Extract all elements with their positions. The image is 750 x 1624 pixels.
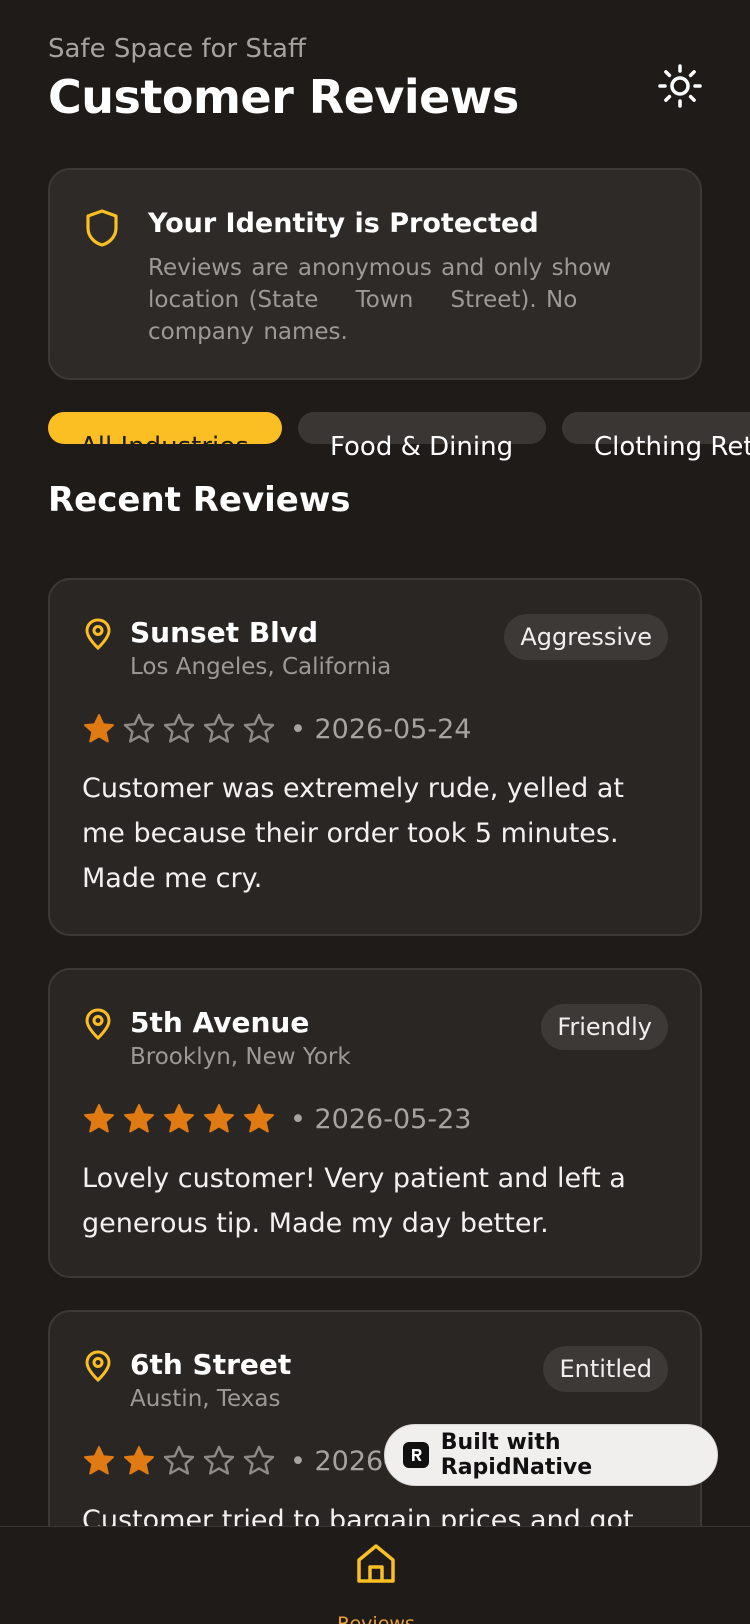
section-title: Recent Reviews [48, 480, 351, 520]
chip-food-dining[interactable]: Food & Dining [298, 412, 546, 462]
chip-all-industries[interactable]: All Industries [48, 412, 282, 444]
review-tag: Friendly [541, 1004, 668, 1050]
star-filled-icon [124, 1104, 154, 1133]
star-empty-icon [203, 1445, 235, 1475]
theme-toggle-button[interactable] [652, 58, 708, 114]
tab-label: Reviews [337, 1613, 415, 1624]
star-empty-icon [243, 1445, 275, 1475]
review-street: Sunset Blvd [130, 616, 319, 649]
star-filled-icon [164, 1104, 194, 1133]
review-text: Customer was extremely rude, yelled at m… [82, 773, 624, 894]
star-rating: • 2026-05-24 [82, 712, 471, 746]
sun-icon [658, 64, 702, 108]
review-card[interactable]: Sunset Blvd Los Angeles, California Aggr… [48, 578, 702, 936]
chip-label: All Industries [80, 432, 249, 444]
location-pin-icon [85, 1350, 111, 1382]
star-filled-icon [244, 1104, 274, 1133]
star-filled-icon [84, 1446, 114, 1475]
star-empty-icon [163, 713, 195, 743]
location-pin-icon [85, 618, 111, 650]
star-rating: • 2026-05-23 [82, 1102, 471, 1136]
identity-protection-card: Your Identity is Protected Reviews are a… [48, 168, 702, 380]
header: Safe Space for Staff Customer Reviews [48, 34, 708, 134]
review-city: Austin, Texas [130, 1386, 281, 1412]
star-filled-icon [84, 714, 114, 743]
review-card[interactable]: 5th Avenue Brooklyn, New York Friendly •… [48, 968, 702, 1278]
protection-title: Your Identity is Protected [148, 208, 539, 239]
star-filled-icon [124, 1446, 154, 1475]
review-tag: Entitled [543, 1346, 668, 1392]
star-filled-icon [84, 1104, 114, 1133]
home-icon [357, 1544, 395, 1583]
review-tag: Aggressive [504, 614, 668, 660]
industry-filter-chips: All Industries Food & Dining Clothing Re… [48, 412, 750, 472]
tab-reviews[interactable]: Reviews [336, 1539, 416, 1624]
review-text: Lovely customer! Very patient and left a… [82, 1163, 626, 1239]
review-city: Los Angeles, California [130, 654, 392, 680]
review-street: 6th Street [130, 1348, 292, 1381]
review-city: Brooklyn, New York [130, 1044, 351, 1070]
review-date: • 2026-05-23 [290, 1103, 472, 1135]
chip-clothing-retail[interactable]: Clothing Retail [562, 412, 750, 462]
protection-description: Reviews are anonymous and only show loca… [148, 255, 612, 345]
star-empty-icon [123, 713, 155, 743]
location-pin-icon [85, 1008, 111, 1040]
badge-label: Built with RapidNative [440, 1430, 593, 1480]
star-empty-icon [163, 1445, 195, 1475]
built-with-badge[interactable]: Built with RapidNative [384, 1424, 718, 1486]
review-date: • 2026-05-24 [290, 713, 472, 745]
star-filled-icon [204, 1104, 234, 1133]
star-empty-icon [203, 713, 235, 743]
chip-label: Food & Dining [330, 432, 514, 462]
page-subtitle: Safe Space for Staff [48, 34, 306, 64]
star-empty-icon [243, 713, 275, 743]
chip-label: Clothing Retail [594, 432, 750, 462]
bottom-tab-bar: Reviews [0, 1526, 750, 1624]
page-title: Customer Reviews [48, 70, 519, 124]
rapidnative-logo-icon [403, 1442, 429, 1468]
review-street: 5th Avenue [130, 1006, 310, 1039]
shield-icon [86, 209, 118, 247]
